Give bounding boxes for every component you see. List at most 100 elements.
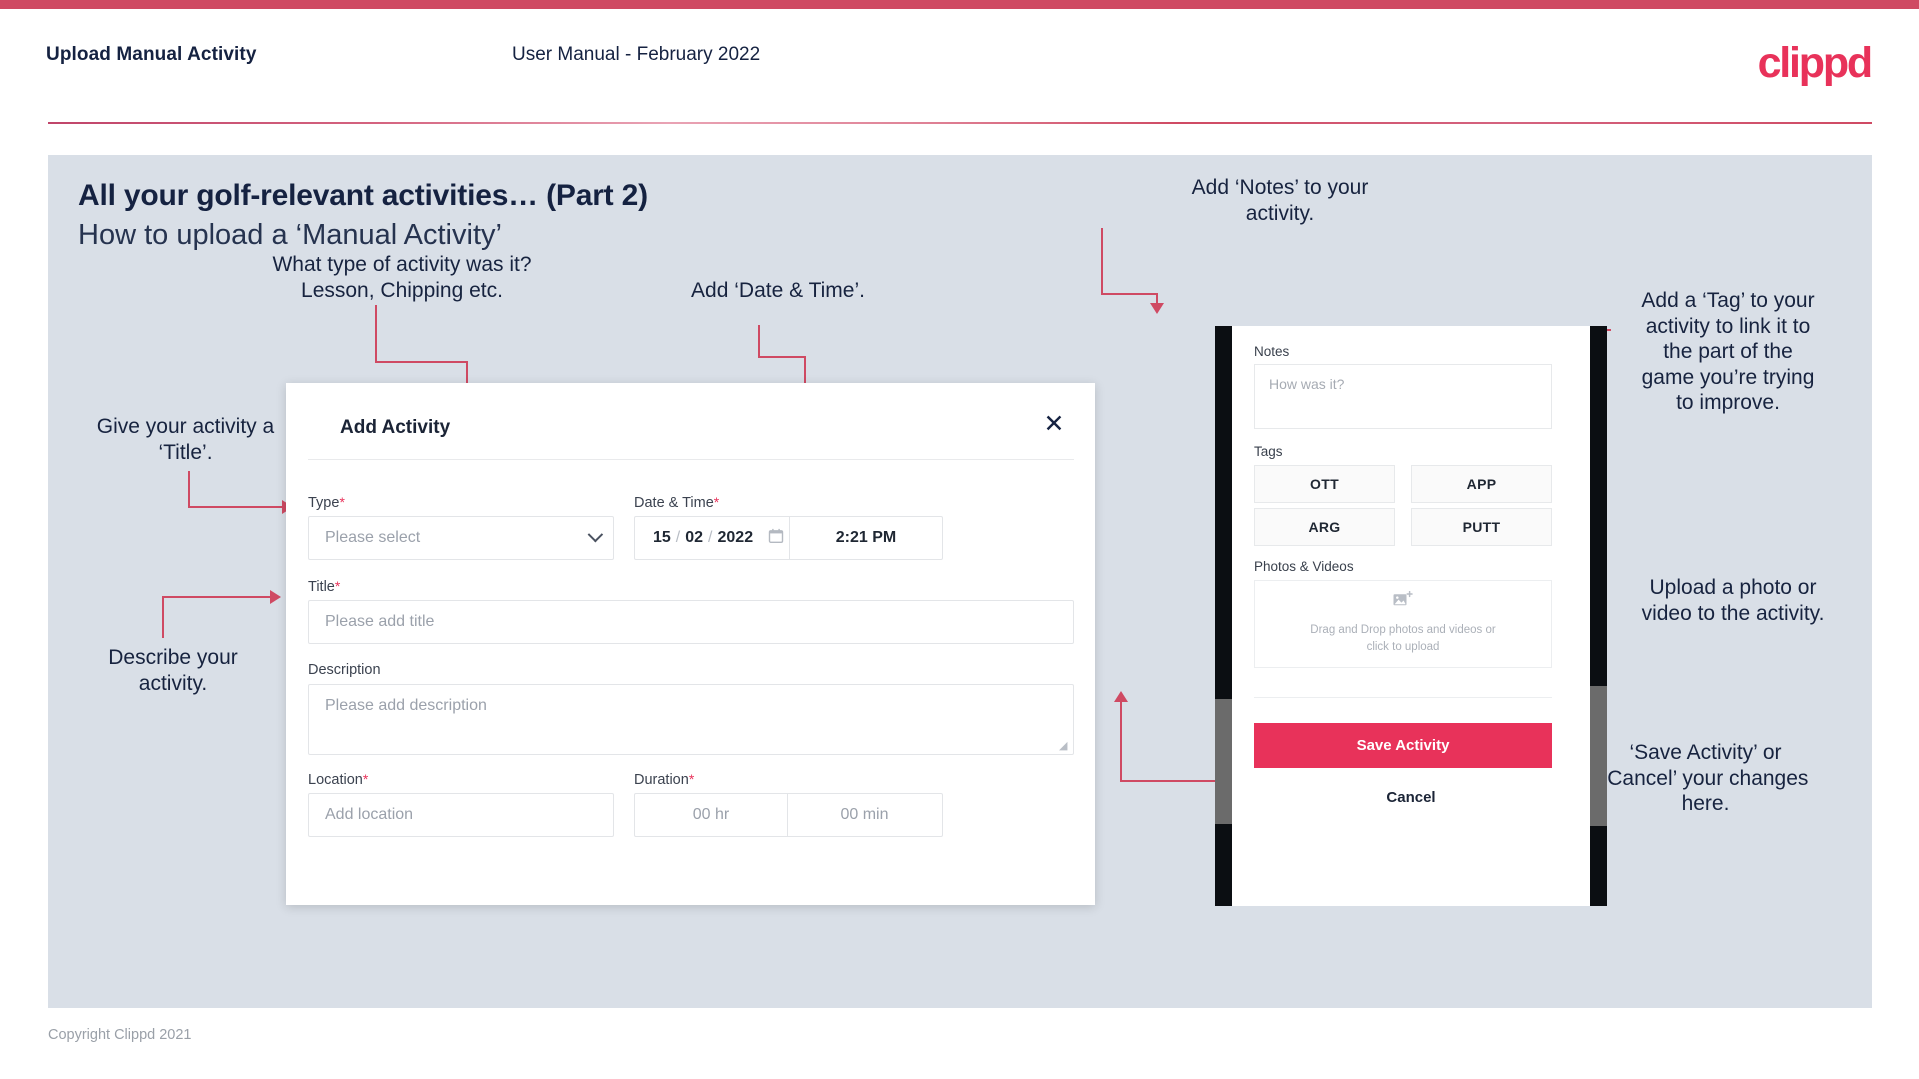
arrow-title-line-h xyxy=(188,506,284,508)
date-input[interactable]: 15 / 02 / 2022 xyxy=(635,517,790,559)
tag-button-ott[interactable]: OTT xyxy=(1254,465,1395,503)
location-label: Location* xyxy=(308,771,368,788)
title-label-text: Title xyxy=(308,579,335,595)
arrow-save-head xyxy=(1114,691,1128,702)
time-value: 2:21 PM xyxy=(835,529,897,546)
date-year: 2022 xyxy=(717,529,754,546)
arrow-notes-line-v1 xyxy=(1101,228,1103,295)
description-textarea[interactable]: Please add description ◢ xyxy=(308,684,1074,755)
duration-label-text: Duration xyxy=(634,772,689,788)
top-accent-bar xyxy=(0,0,1919,9)
datetime-label-text: Date & Time xyxy=(634,495,714,511)
annotation-tag: Add a ‘Tag’ to your activity to link it … xyxy=(1641,289,1815,415)
cancel-label: Cancel xyxy=(1386,789,1436,806)
annotation-datetime: Add ‘Date & Time’. xyxy=(691,279,865,302)
phone-power-button-right xyxy=(1590,686,1607,826)
arrow-save-line-v xyxy=(1120,701,1122,782)
dialog-title: Add Activity xyxy=(340,417,451,438)
location-required-marker: * xyxy=(362,771,369,787)
header-divider xyxy=(48,122,1872,124)
datetime-field: 15 / 02 / 2022 2:21 PM xyxy=(634,516,943,560)
cancel-button[interactable]: Cancel xyxy=(1232,789,1590,806)
datetime-label: Date & Time* xyxy=(634,494,719,511)
save-activity-button[interactable]: Save Activity xyxy=(1254,723,1552,768)
calendar-icon[interactable] xyxy=(768,528,784,549)
location-input[interactable]: Add location xyxy=(308,793,614,837)
title-placeholder: Please add title xyxy=(325,613,435,630)
arrow-datetime-line-h xyxy=(758,356,806,358)
time-input[interactable]: 2:21 PM xyxy=(790,517,942,559)
arrow-description-head xyxy=(270,590,281,604)
date-sep-2: / xyxy=(708,529,713,546)
arrow-notes-line-h xyxy=(1101,293,1158,295)
date-sep-1: / xyxy=(675,529,681,546)
duration-label: Duration* xyxy=(634,771,694,788)
footer-copyright: Copyright Clippd 2021 xyxy=(48,1027,192,1043)
datetime-required-marker: * xyxy=(713,494,720,510)
dropzone-line-1: Drag and Drop photos and videos or xyxy=(1310,623,1496,636)
location-placeholder: Add location xyxy=(325,806,414,823)
title-label: Title* xyxy=(308,578,340,595)
add-activity-dialog: Add Activity ✕ Type* Please select Date … xyxy=(286,383,1095,905)
arrow-description-line-v xyxy=(162,598,164,638)
resize-handle-icon[interactable]: ◢ xyxy=(1059,741,1069,752)
annotation-save-cancel: ‘Save Activity’ or ‘Cancel’ your changes… xyxy=(1602,741,1809,816)
type-select[interactable]: Please select xyxy=(308,516,614,560)
duration-field: 00 hr 00 min xyxy=(634,793,943,837)
tag-label-app: APP xyxy=(1466,476,1497,492)
tag-button-app[interactable]: APP xyxy=(1411,465,1552,503)
phone-mockup: Notes How was it? Tags OTT APP ARG PUTT … xyxy=(1215,326,1607,906)
chevron-down-icon xyxy=(587,526,604,543)
slide-subheading: How to upload a ‘Manual Activity’ xyxy=(78,219,502,251)
clippd-logo: clippd xyxy=(1757,39,1874,87)
tag-label-arg: ARG xyxy=(1308,519,1341,535)
type-label: Type* xyxy=(308,494,345,511)
annotation-type: What type of activity was it? Lesson, Ch… xyxy=(272,253,532,302)
date-month: 02 xyxy=(685,529,704,546)
duration-minutes-input[interactable]: 00 min xyxy=(788,794,941,836)
title-required-marker: * xyxy=(334,578,341,594)
document-subtitle: User Manual - February 2022 xyxy=(512,44,761,65)
description-label: Description xyxy=(308,662,381,678)
annotation-description: Describe your activity. xyxy=(108,646,238,695)
date-day: 15 xyxy=(653,529,671,546)
location-label-text: Location xyxy=(308,772,363,788)
duration-hours-value: 00 hr xyxy=(692,806,730,823)
annotation-notes: Add ‘Notes’ to your activity. xyxy=(1191,176,1369,225)
duration-hours-input[interactable]: 00 hr xyxy=(635,794,788,836)
arrow-description-line-h xyxy=(162,596,272,598)
close-icon[interactable]: ✕ xyxy=(1037,407,1071,441)
title-input[interactable]: Please add title xyxy=(308,600,1074,644)
notes-placeholder: How was it? xyxy=(1269,376,1345,392)
arrow-datetime-line-v1 xyxy=(758,325,760,358)
photo-upload-dropzone[interactable]: Drag and Drop photos and videos or click… xyxy=(1254,580,1552,668)
phone-screen: Notes How was it? Tags OTT APP ARG PUTT … xyxy=(1232,326,1590,906)
notes-label: Notes xyxy=(1254,344,1290,359)
add-image-icon xyxy=(1393,590,1413,616)
notes-textarea[interactable]: How was it? xyxy=(1254,364,1552,429)
duration-required-marker: * xyxy=(688,771,695,787)
tag-button-putt[interactable]: PUTT xyxy=(1411,508,1552,546)
page-title: Upload Manual Activity xyxy=(46,44,257,65)
phone-volume-button-left xyxy=(1215,699,1232,824)
tag-label-ott: OTT xyxy=(1310,476,1339,492)
arrow-type-line-v1 xyxy=(375,305,377,363)
arrow-notes-head xyxy=(1150,303,1164,314)
phone-divider xyxy=(1254,697,1552,698)
dialog-divider xyxy=(308,459,1074,460)
slide-heading: All your golf-relevant activities… (Part… xyxy=(78,179,648,212)
annotation-title: Give your activity a ‘Title’. xyxy=(96,415,275,464)
slide-page: Upload Manual Activity User Manual - Feb… xyxy=(0,0,1919,1079)
arrow-type-line-h xyxy=(375,361,468,363)
tag-label-putt: PUTT xyxy=(1462,519,1501,535)
type-label-text: Type xyxy=(308,495,340,511)
tag-button-arg[interactable]: ARG xyxy=(1254,508,1395,546)
duration-minutes-value: 00 min xyxy=(840,806,889,823)
type-required-marker: * xyxy=(339,494,345,510)
save-activity-label: Save Activity xyxy=(1356,737,1450,754)
tags-label: Tags xyxy=(1254,444,1283,459)
type-select-value: Please select xyxy=(325,529,421,546)
dropzone-line-2: click to upload xyxy=(1366,641,1440,654)
annotation-upload: Upload a photo or video to the activity. xyxy=(1641,576,1825,625)
photos-videos-label: Photos & Videos xyxy=(1254,559,1354,574)
